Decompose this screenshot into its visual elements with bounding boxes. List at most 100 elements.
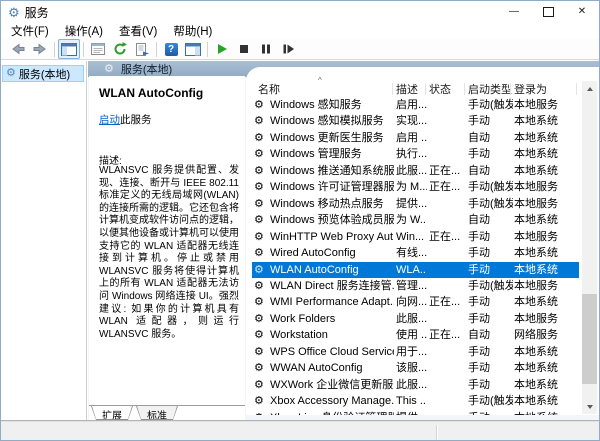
properties-icon — [90, 42, 106, 56]
service-startup-type-cell: 手动(触发... — [468, 180, 513, 194]
column-header-1[interactable]: 描述 — [396, 81, 418, 97]
service-name-cell: Windows 许可证管理器服务 — [270, 180, 394, 194]
pause-service-button[interactable] — [255, 39, 277, 59]
tab-extended[interactable]: 扩展 — [91, 406, 133, 420]
table-row[interactable]: ⚙WinHTTP Web Proxy Aut...Win...正在...手动本地… — [252, 229, 579, 245]
menu-item-0[interactable]: 文件(F) — [3, 22, 57, 40]
tree-item-services-local[interactable]: ⚙ 服务(本地) — [2, 65, 84, 82]
services-gear-icon: ⚙ — [6, 68, 16, 79]
scroll-up-icon[interactable] — [582, 81, 597, 96]
service-description-cell: 有线... — [396, 246, 427, 260]
service-gear-icon: ⚙ — [254, 411, 264, 415]
refresh-button[interactable] — [109, 39, 131, 59]
stop-service-button[interactable] — [233, 39, 255, 59]
scrollbar-thumb[interactable] — [582, 294, 597, 384]
table-row[interactable]: ⚙WPS Office Cloud Service用于...手动本地系统 — [252, 344, 579, 360]
services-list: ^ 名称描述状态启动类型登录为 ⚙Windows 感知服务启用...手动(触发.… — [246, 67, 599, 415]
menu-item-1[interactable]: 操作(A) — [57, 22, 111, 40]
table-row[interactable]: ⚙Windows 推送通知系统服务此服...正在...自动本地系统 — [252, 163, 579, 179]
service-action-line: 启动此服务 — [99, 112, 152, 127]
start-service-button[interactable] — [211, 39, 233, 59]
menu-item-3[interactable]: 帮助(H) — [165, 22, 220, 40]
table-row[interactable]: ⚙Windows 更新医生服务启用 ...自动本地系统 — [252, 130, 579, 146]
restart-service-button[interactable] — [277, 39, 299, 59]
column-separator — [392, 83, 393, 95]
window-controls: — ✕ — [497, 1, 599, 22]
maximize-icon — [543, 7, 554, 17]
status-bar — [1, 421, 599, 441]
service-startup-type-cell: 手动 — [468, 147, 513, 161]
service-status-cell: 正在... — [429, 180, 466, 194]
table-row[interactable]: ⚙WMI Performance Adapt...向网...正在...手动本地系… — [252, 294, 579, 310]
service-logon-as-cell: 本地系统 — [514, 213, 577, 227]
table-row[interactable]: ⚙Workstation使用 ...正在...自动网络服务 — [252, 327, 579, 343]
service-gear-icon: ⚙ — [254, 180, 264, 194]
service-name-cell: Wired AutoConfig — [270, 246, 394, 260]
service-logon-as-cell: 本地系统 — [514, 164, 577, 178]
service-name-cell: Windows 感知服务 — [270, 98, 394, 112]
stop-service-icon — [236, 41, 252, 57]
table-row[interactable]: ⚙WLAN AutoConfigWLA...手动本地系统 — [252, 262, 579, 278]
service-description-cell: 启用 ... — [396, 131, 427, 145]
service-description-cell: 用于... — [396, 345, 427, 359]
service-startup-type-cell: 手动 — [468, 295, 513, 309]
refresh-icon — [112, 41, 128, 57]
help-icon: ? — [165, 43, 178, 56]
column-header-0[interactable]: 名称 — [258, 81, 280, 97]
table-row[interactable]: ⚙WLAN Direct 服务连接管...管理...手动(触发...本地服务 — [252, 278, 579, 294]
table-row[interactable]: ⚙Xbox Accessory Manage...This ...手动(触发..… — [252, 393, 579, 409]
tab-standard[interactable]: 标准 — [136, 406, 178, 420]
tab-label: 扩展 — [92, 406, 132, 419]
table-row[interactable]: ⚙Wired AutoConfig有线...手动本地系统 — [252, 245, 579, 261]
service-description-cell: Win... — [396, 230, 427, 244]
service-description-cell: WLA... — [396, 263, 427, 277]
back-button[interactable] — [7, 39, 29, 59]
service-name-cell: WXWork 企业微信更新服务 — [270, 378, 394, 392]
vertical-scrollbar[interactable] — [582, 81, 597, 414]
export-list-button[interactable] — [131, 39, 153, 59]
table-row[interactable]: ⚙Windows 许可证管理器服务为 M...正在...手动(触发...本地服务 — [252, 179, 579, 195]
menu-item-2[interactable]: 查看(V) — [111, 22, 165, 40]
service-startup-type-cell: 手动 — [468, 361, 513, 375]
table-row[interactable]: ⚙Windows 感知模拟服务实现...手动本地系统 — [252, 113, 579, 129]
table-row[interactable]: ⚙Windows 感知服务启用...手动(触发...本地服务 — [252, 97, 579, 113]
forward-button[interactable] — [29, 39, 51, 59]
service-gear-icon: ⚙ — [254, 131, 264, 145]
start-service-link[interactable]: 启动 — [99, 114, 120, 126]
table-row[interactable]: ⚙Xbox Live 身份验证管理器提供...手动本地系统 — [252, 410, 579, 415]
restart-service-icon — [280, 41, 296, 57]
table-row[interactable]: ⚙WXWork 企业微信更新服务此服...手动本地系统 — [252, 377, 579, 393]
service-status-cell: 正在... — [429, 230, 466, 244]
service-startup-type-cell: 手动(触发... — [468, 279, 513, 293]
column-separator — [510, 83, 511, 95]
service-name-cell: Windows 预览体验成员服务 — [270, 213, 394, 227]
show-action-pane-button[interactable] — [182, 39, 204, 59]
properties-button[interactable] — [87, 39, 109, 59]
table-row[interactable]: ⚙Work Folders此服...手动本地服务 — [252, 311, 579, 327]
scroll-down-icon[interactable] — [582, 399, 597, 414]
service-logon-as-cell: 本地服务 — [514, 279, 577, 293]
column-header-2[interactable]: 状态 — [429, 81, 451, 97]
table-row[interactable]: ⚙Windows 移动热点服务提供...手动(触发...本地服务 — [252, 196, 579, 212]
service-gear-icon: ⚙ — [254, 328, 264, 342]
service-name-cell: Windows 更新医生服务 — [270, 131, 394, 145]
service-name-cell: Windows 移动热点服务 — [270, 197, 394, 211]
column-header-4[interactable]: 登录为 — [514, 81, 547, 97]
table-row[interactable]: ⚙WWAN AutoConfig该服...手动本地系统 — [252, 360, 579, 376]
service-gear-icon: ⚙ — [254, 312, 264, 326]
show-console-tree-button[interactable] — [58, 39, 80, 59]
service-logon-as-cell: 本地系统 — [514, 295, 577, 309]
service-description-cell: 该服... — [396, 361, 427, 375]
close-button[interactable]: ✕ — [565, 1, 599, 22]
service-gear-icon: ⚙ — [254, 213, 264, 227]
help-button[interactable]: ? — [160, 39, 182, 59]
toolbar: ? — [1, 39, 599, 60]
column-separator — [576, 83, 577, 95]
table-row[interactable]: ⚙Windows 预览体验成员服务为 W...自动本地系统 — [252, 212, 579, 228]
service-description-cell: 提供... — [396, 411, 427, 415]
column-header-3[interactable]: 启动类型 — [468, 81, 512, 97]
table-row[interactable]: ⚙Windows 管理服务执行...手动本地系统 — [252, 146, 579, 162]
minimize-button[interactable]: — — [497, 1, 531, 22]
export-list-icon — [134, 42, 150, 57]
maximize-button[interactable] — [531, 1, 565, 22]
